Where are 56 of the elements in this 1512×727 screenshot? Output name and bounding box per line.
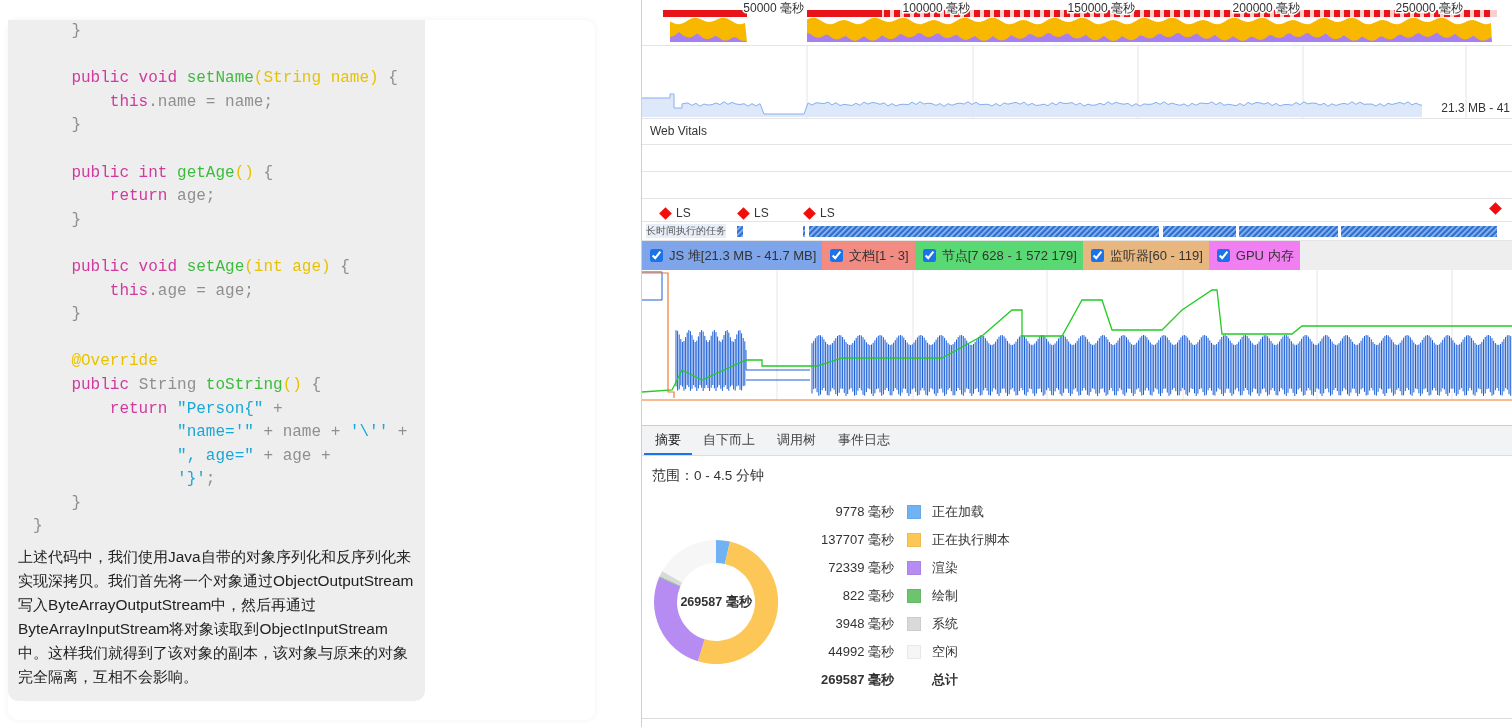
code-line: return "Person{" + xyxy=(108,398,283,420)
code-line: } xyxy=(70,209,81,231)
checkbox[interactable] xyxy=(922,249,936,262)
duration-value: 44992 毫秒 xyxy=(827,643,894,662)
checkbox[interactable] xyxy=(830,249,844,262)
counter-toggle[interactable]: GPU 内存 xyxy=(1208,241,1300,270)
web-vitals-title: Web Vitals xyxy=(650,124,707,138)
code-line: ", age=" + age + xyxy=(176,445,331,467)
layout-shift-label: LS xyxy=(820,205,835,222)
paragraph: 上述代码中，我们使用Java自带的对象序列化和反序列化来实现深拷贝。我们首先将一个对象通过ObjectOutputStream写入ByteArrayOutputStream中，然后再通过ByteArrayInputStream将对象读取到ObjectInputStream中。这样我们就得到了该对象的副本，该对象与原来的对象完全隔离，互相不会影响。 xyxy=(17,547,415,688)
code-line: public void setName(String name) { xyxy=(70,68,398,90)
counter-toggle[interactable]: JS 堆[21.3 MB - 41.7 MB] xyxy=(642,241,823,270)
code-line: @Override xyxy=(70,351,158,373)
code-line: } xyxy=(70,115,81,137)
code-line: } xyxy=(70,21,81,42)
total-value: 269587 毫秒 xyxy=(820,671,894,690)
checkbox[interactable] xyxy=(650,249,663,262)
code-line: return age; xyxy=(108,186,216,208)
category-label: 正在加载 xyxy=(932,503,984,522)
tab[interactable]: 摘要 xyxy=(644,426,692,455)
category-label: 系统 xyxy=(932,615,958,634)
long-tasks-label: 长时间执行的任务 xyxy=(646,224,726,238)
category-label: 渲染 xyxy=(932,559,958,578)
code-line: "name='" + name + '\'' + xyxy=(176,422,408,444)
duration-value: 822 毫秒 xyxy=(841,587,894,606)
code-line: this.age = age; xyxy=(108,280,254,302)
code-line: } xyxy=(70,492,81,514)
category-label: 绘制 xyxy=(932,587,958,606)
layout-shift-label: LS xyxy=(754,205,769,222)
code-line: public String toString() { xyxy=(70,374,322,396)
duration-value: 9778 毫秒 xyxy=(834,503,894,522)
code-line: public int getAge() { xyxy=(70,162,274,184)
code-line: } xyxy=(32,516,43,538)
duration-value: 72339 毫秒 xyxy=(827,559,894,578)
tab[interactable]: 自下而上 xyxy=(692,426,766,455)
range-label: 范围：0 - 4.5 分钟 xyxy=(652,468,765,483)
category-label: 正在执行脚本 xyxy=(932,531,1010,550)
code-line: this.name = name; xyxy=(108,91,274,113)
counter-toggle[interactable]: 节点[7 628 - 1 572 179] xyxy=(914,241,1083,270)
donut-center-label: 269587 毫秒 xyxy=(680,593,752,611)
checkbox[interactable] xyxy=(1216,249,1230,262)
tab[interactable]: 事件日志 xyxy=(827,426,901,455)
code-line: } xyxy=(70,304,81,326)
checkbox[interactable] xyxy=(1090,249,1104,262)
code-line: public void setAge(int age) { xyxy=(70,256,350,278)
duration-value: 137707 毫秒 xyxy=(820,531,894,550)
duration-value: 3948 毫秒 xyxy=(834,615,894,634)
tab[interactable]: 调用树 xyxy=(766,426,827,455)
code-line: '}'; xyxy=(176,469,216,491)
time-tick-label: 50000 毫秒 xyxy=(743,1,804,15)
category-label: 空闲 xyxy=(932,643,958,662)
total-label: 总计 xyxy=(932,671,958,690)
counter-toggle[interactable]: 文档[1 - 3] xyxy=(822,241,915,270)
counter-toggle[interactable]: 监听器[60 - 119] xyxy=(1082,241,1209,270)
layout-shift-label: LS xyxy=(676,205,691,222)
memory-range-label: 21.3 MB - 41 xyxy=(1441,101,1510,115)
